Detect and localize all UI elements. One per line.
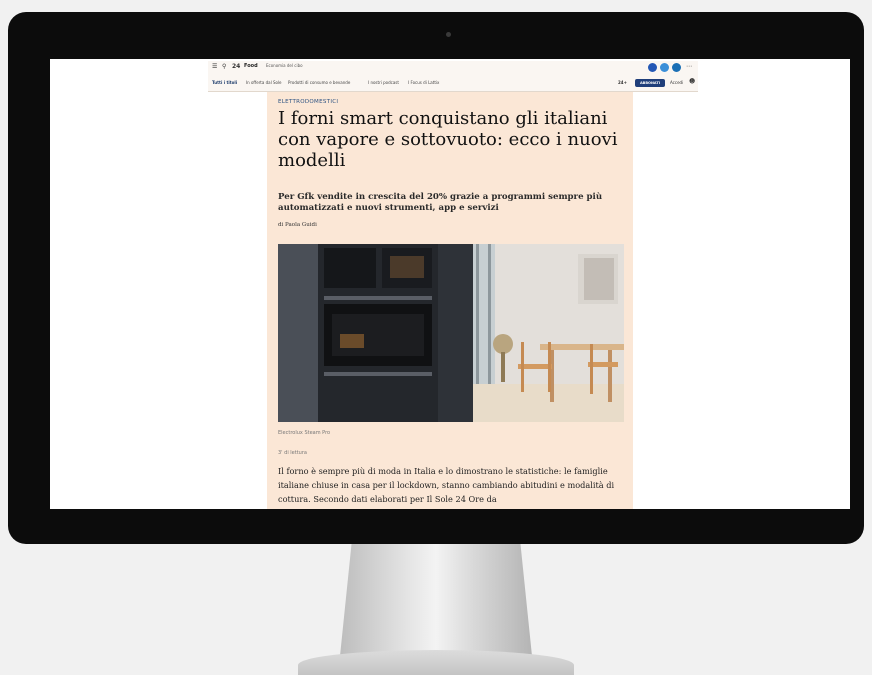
article-container: ELETTRODOMESTICI I forni smart conquista… xyxy=(267,92,633,509)
more-icon[interactable]: ⋯ xyxy=(686,64,692,70)
logo-icon[interactable]: 24 xyxy=(232,64,240,70)
header-nav-row: Tutti i titoli In offerta dal Sole Prodo… xyxy=(208,77,698,90)
facebook-icon[interactable] xyxy=(648,63,657,72)
article-subtitle: Per Gfk vendite in crescita del 20% graz… xyxy=(278,192,603,213)
nav-item-podcast[interactable]: I nostri podcast xyxy=(368,80,399,85)
header-top-row: ☰ ⚲ 24 Food Economia del cibo ⋯ xyxy=(208,61,698,75)
image-caption: Electrolux Steam Pro xyxy=(278,430,331,436)
monitor-bezel: ☰ ⚲ 24 Food Economia del cibo ⋯ Tutti i … xyxy=(8,12,864,544)
monitor-screen: ☰ ⚲ 24 Food Economia del cibo ⋯ Tutti i … xyxy=(50,59,850,509)
article-headline: I forni smart conquistano gli italiani c… xyxy=(278,108,618,171)
nav-item-tutti[interactable]: Tutti i titoli xyxy=(212,80,237,85)
read-time: 3' di lettura xyxy=(278,450,307,456)
article-image xyxy=(278,244,624,422)
linkedin-icon[interactable] xyxy=(672,63,681,72)
article-kicker[interactable]: ELETTRODOMESTICI xyxy=(278,99,338,105)
search-icon[interactable]: ⚲ xyxy=(222,64,228,70)
kitchen-photo xyxy=(278,244,624,422)
site-section: Economia del cibo xyxy=(266,63,303,68)
site-brand[interactable]: Food xyxy=(244,63,258,69)
twitter-icon[interactable] xyxy=(660,63,669,72)
monitor-base xyxy=(298,650,574,675)
menu-icon[interactable]: ☰ xyxy=(212,64,218,70)
accedi-link[interactable]: Accedi xyxy=(670,80,683,85)
user-icon[interactable]: ☻ xyxy=(689,79,695,85)
nav-item-focus[interactable]: I Focus di Lattix xyxy=(408,80,439,85)
site-header: ☰ ⚲ 24 Food Economia del cibo ⋯ Tutti i … xyxy=(208,61,698,92)
article-byline[interactable]: di Paola Guidi xyxy=(278,222,317,228)
monitor-stand xyxy=(340,544,532,656)
camera-icon xyxy=(446,32,451,37)
article-body: Il forno è sempre più di moda in Italia … xyxy=(278,466,615,504)
nav-item-prodotti[interactable]: Prodotti di consumo e bevande xyxy=(288,80,350,85)
brand-short[interactable]: 24+ xyxy=(618,80,627,85)
abbonati-button[interactable]: ABBONATI xyxy=(635,79,665,87)
nav-item-offerta[interactable]: In offerta dal Sole xyxy=(246,80,282,85)
